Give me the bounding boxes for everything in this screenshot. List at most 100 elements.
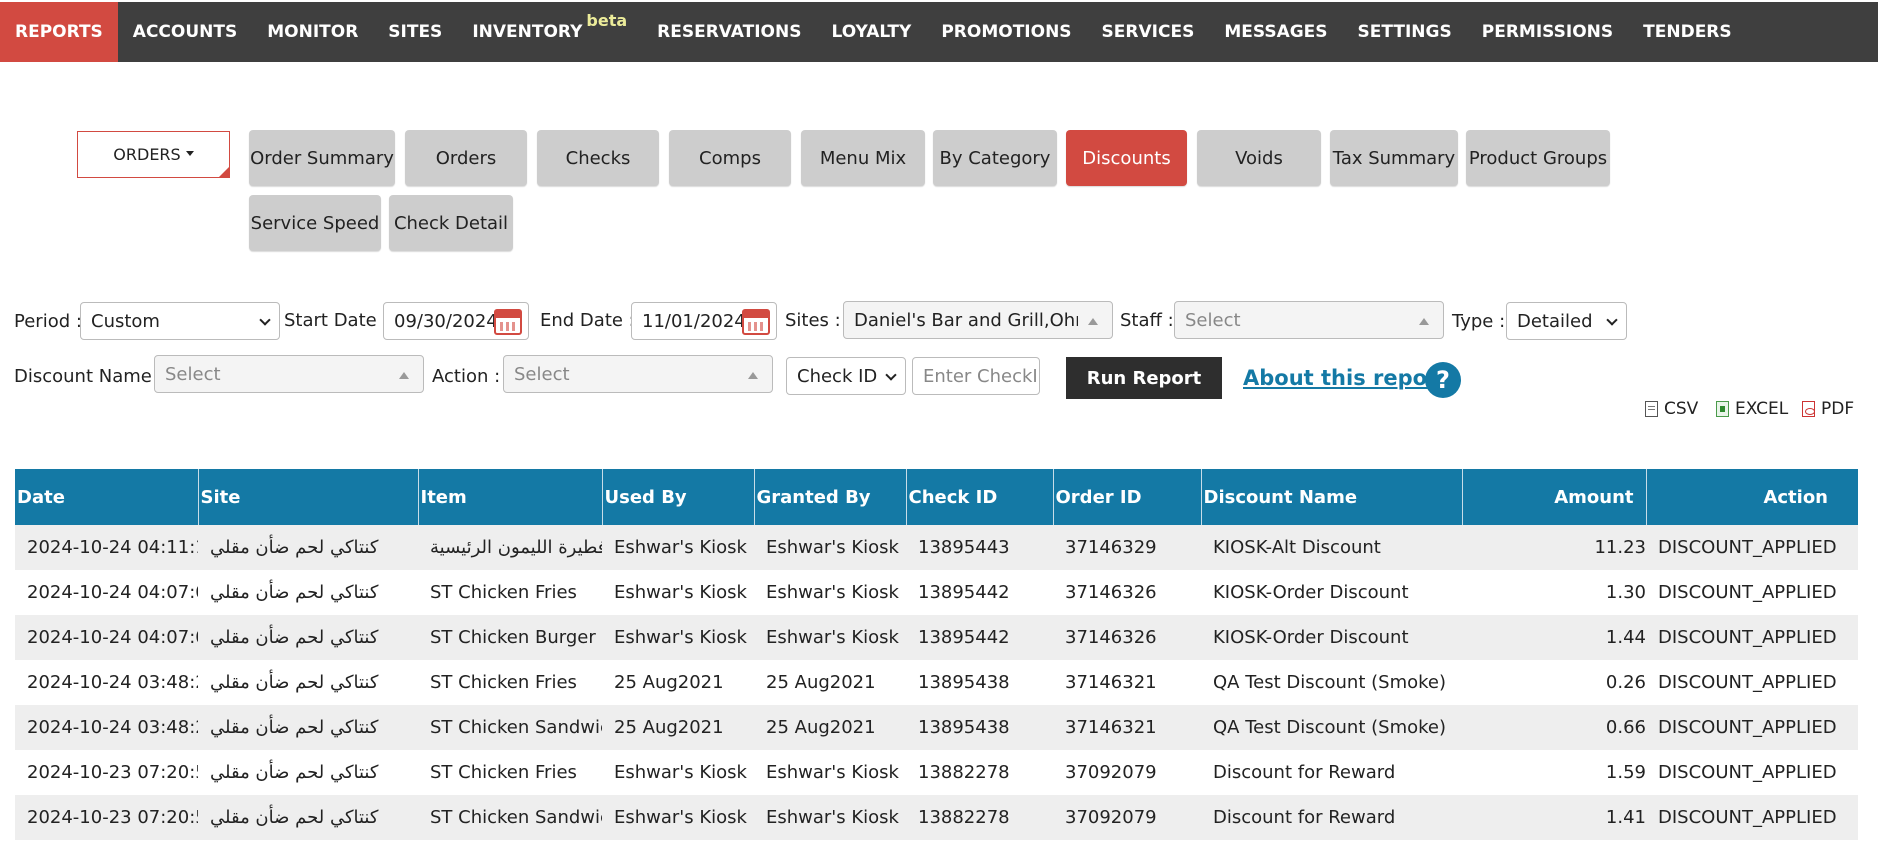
cell-used-by: Eshwar's Kiosk <box>602 750 754 795</box>
cell-check-id: 13895438 <box>906 660 1053 705</box>
nav-services[interactable]: SERVICES <box>1087 2 1210 62</box>
csv-file-icon <box>1645 401 1658 417</box>
col-discount-name[interactable]: Discount Name <box>1200 469 1462 525</box>
cell-item: ST Chicken Fries <box>418 750 602 795</box>
export-pdf[interactable]: PDF <box>1802 399 1854 419</box>
cell-check-id: 13895442 <box>906 570 1053 615</box>
export-csv[interactable]: CSV <box>1645 399 1698 419</box>
export-excel[interactable]: EXCEL <box>1716 399 1788 419</box>
nav-reservations[interactable]: RESERVATIONS <box>642 2 816 62</box>
table-row: 2024-10-24 03:48:29 كنتاكي لحم ضأن مقلي … <box>15 705 1858 750</box>
cell-site: كنتاكي لحم ضأن مقلي <box>198 570 418 615</box>
export-excel-label: EXCEL <box>1735 399 1789 419</box>
cell-used-by: Eshwar's Kiosk <box>602 795 754 840</box>
help-icon[interactable]: ? <box>1425 362 1461 398</box>
tab-orders[interactable]: Orders <box>405 130 527 186</box>
export-csv-label: CSV <box>1664 399 1699 419</box>
nav-label: MESSAGES <box>1224 22 1328 42</box>
calendar-icon[interactable] <box>494 309 522 335</box>
cell-order-id: 37146326 <box>1053 615 1201 660</box>
chevron-up-icon <box>399 372 409 379</box>
table-row: 2024-10-24 04:07:04 كنتاكي لحم ضأن مقلي … <box>15 570 1858 615</box>
col-action[interactable]: Action <box>1645 469 1858 525</box>
nav-settings[interactable]: SETTINGS <box>1343 2 1467 62</box>
col-check-id[interactable]: Check ID <box>905 469 1053 525</box>
tab-service-speed[interactable]: Service Speed <box>249 195 381 251</box>
cell-granted-by: Eshwar's Kiosk <box>754 615 906 660</box>
tab-tax-summary[interactable]: Tax Summary <box>1330 130 1458 186</box>
col-order-id[interactable]: Order ID <box>1052 469 1201 525</box>
tab-comps[interactable]: Comps <box>669 130 791 186</box>
cell-item: ST Chicken Fries <box>418 660 602 705</box>
tab-by-category[interactable]: By Category <box>933 130 1057 186</box>
type-value: Detailed <box>1517 310 1593 332</box>
sites-select[interactable]: Daniel's Bar and Grill,Ohri's <box>843 301 1113 339</box>
col-item[interactable]: Item <box>417 469 602 525</box>
tab-product-groups[interactable]: Product Groups <box>1466 130 1610 186</box>
tab-checks[interactable]: Checks <box>537 130 659 186</box>
cell-discount-name: KIOSK-Order Discount <box>1201 615 1462 660</box>
col-amount[interactable]: Amount <box>1461 469 1646 525</box>
tab-order-summary[interactable]: Order Summary <box>249 130 395 186</box>
cell-action: DISCOUNT_APPLIED <box>1646 750 1858 795</box>
tab-discounts[interactable]: Discounts <box>1066 130 1187 186</box>
calendar-icon[interactable] <box>742 309 770 335</box>
report-type-dropdown[interactable]: ORDERS <box>77 131 230 178</box>
beta-badge: beta <box>586 10 628 30</box>
end-date-value: 11/01/2024 <box>642 310 746 332</box>
about-report-link[interactable]: About this report <box>1243 366 1447 390</box>
nav-tenders[interactable]: TENDERS <box>1628 2 1747 62</box>
nav-inventory[interactable]: INVENTORY beta <box>457 2 642 62</box>
period-select[interactable]: Custom <box>80 302 280 340</box>
cell-order-id: 37092079 <box>1053 795 1201 840</box>
excel-file-icon <box>1716 401 1729 417</box>
staff-select[interactable]: Select <box>1174 301 1444 339</box>
cell-date: 2024-10-24 04:11:10 <box>15 525 198 570</box>
nav-loyalty[interactable]: LOYALTY <box>816 2 926 62</box>
discounts-table: Date Site Item Used By Granted By Check … <box>15 469 1858 840</box>
end-date-label: End Date : <box>540 310 635 331</box>
cell-used-by: Eshwar's Kiosk <box>602 615 754 660</box>
start-date-input[interactable]: 09/30/2024 <box>383 302 529 340</box>
sites-value: Daniel's Bar and Grill,Ohri's <box>854 309 1078 331</box>
chevron-down-icon <box>1606 314 1618 326</box>
cell-site: كنتاكي لحم ضأن مقلي <box>198 615 418 660</box>
col-site[interactable]: Site <box>197 469 418 525</box>
table-row: 2024-10-23 07:20:55 كنتاكي لحم ضأن مقلي … <box>15 750 1858 795</box>
cell-date: 2024-10-24 03:48:29 <box>15 660 198 705</box>
tab-check-detail[interactable]: Check Detail <box>389 195 513 251</box>
action-select[interactable]: Select <box>503 355 773 393</box>
nav-accounts[interactable]: ACCOUNTS <box>118 2 252 62</box>
col-granted-by[interactable]: Granted By <box>753 469 906 525</box>
col-used-by[interactable]: Used By <box>601 469 754 525</box>
nav-reports[interactable]: REPORTS <box>0 2 118 62</box>
cell-action: DISCOUNT_APPLIED <box>1646 570 1858 615</box>
chevron-up-icon <box>748 372 758 379</box>
nav-messages[interactable]: MESSAGES <box>1209 2 1342 62</box>
cell-check-id: 13895438 <box>906 705 1053 750</box>
run-report-button[interactable]: Run Report <box>1066 357 1222 399</box>
check-id-input[interactable]: Enter CheckI <box>912 357 1040 395</box>
nav-label: PERMISSIONS <box>1481 22 1614 42</box>
discount-name-select[interactable]: Select <box>154 355 424 393</box>
cell-granted-by: Eshwar's Kiosk <box>754 570 906 615</box>
tab-menu-mix[interactable]: Menu Mix <box>801 130 925 186</box>
nav-label: REPORTS <box>15 22 103 42</box>
nav-label: SERVICES <box>1101 22 1195 42</box>
nav-monitor[interactable]: MONITOR <box>252 2 373 62</box>
nav-sites[interactable]: SITES <box>373 2 457 62</box>
cell-site: كنتاكي لحم ضأن مقلي <box>198 750 418 795</box>
cell-amount: 1.30 <box>1462 570 1646 615</box>
nav-label: TENDERS <box>1643 22 1732 42</box>
col-date[interactable]: Date <box>15 469 198 525</box>
cell-order-id: 37146326 <box>1053 570 1201 615</box>
nav-label: INVENTORY <box>472 22 583 42</box>
cell-used-by: 25 Aug2021 <box>602 660 754 705</box>
cell-amount: 0.26 <box>1462 660 1646 705</box>
nav-promotions[interactable]: PROMOTIONS <box>926 2 1086 62</box>
check-id-select[interactable]: Check ID <box>786 357 906 395</box>
tab-voids[interactable]: Voids <box>1197 130 1321 186</box>
nav-permissions[interactable]: PERMISSIONS <box>1467 2 1628 62</box>
type-select[interactable]: Detailed <box>1506 302 1627 340</box>
end-date-input[interactable]: 11/01/2024 <box>631 302 777 340</box>
